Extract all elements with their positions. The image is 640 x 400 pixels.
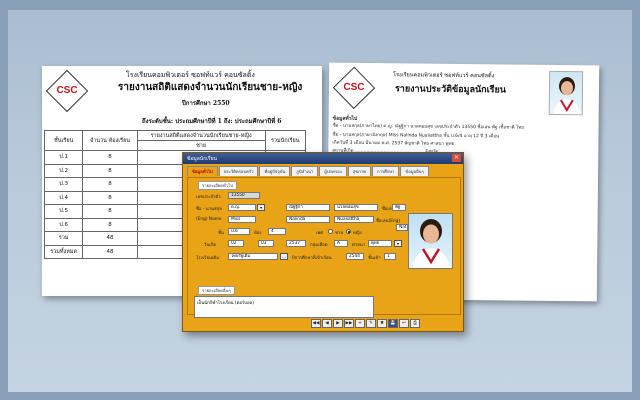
tab-general[interactable]: ข้อมูลทั่วไป	[187, 166, 218, 176]
delete-record-button[interactable]: ✖	[377, 319, 387, 328]
blood-group-select[interactable]: A	[334, 240, 348, 247]
student-photo	[548, 70, 584, 116]
col-header: รายงานสถิติแสดงจำนวนนักเรียนชาย-หญิง	[136, 130, 266, 141]
profile-title: รายงานประวัติข้อมูลนักเรียน	[394, 84, 506, 96]
entry-year-field[interactable]: 2544	[346, 253, 364, 260]
chevron-down-icon[interactable]: ▾	[257, 204, 265, 211]
student-id-field[interactable]: 13550	[228, 192, 260, 199]
save-button[interactable]: 💾	[388, 319, 398, 328]
entry-class-field[interactable]: 1	[384, 253, 396, 260]
col-subheader: ชาย	[136, 140, 266, 151]
first-name-en-field[interactable]: Nalinda	[286, 216, 330, 223]
record-navigation: ◀◀ ◀ ▶ ▶▶ + ✎ ✖ 💾 ↩ ⎙	[311, 319, 420, 328]
previous-school-field[interactable]: ไทยรัฐเดิม	[228, 253, 278, 260]
birth-month-field[interactable]: 03	[258, 240, 274, 247]
profile-school-name: โรงเรียนคอมพิวเตอร์ ซอฟท์แวร์ คอนซัลติ้ง	[393, 72, 495, 80]
print-button[interactable]: ⎙	[410, 319, 420, 328]
nickname-field[interactable]: พัฐ	[392, 204, 406, 211]
report-year: ปีการศึกษา 2550	[182, 100, 230, 107]
prefix-th-select[interactable]: ด.ญ.	[228, 204, 256, 211]
gender-male-radio[interactable]	[328, 229, 333, 234]
window-titlebar: ข้อมูลนักเรียน ×	[183, 153, 463, 164]
lookup-icon[interactable]: …	[280, 253, 288, 260]
tab-guardian[interactable]: ผู้ปกครอง	[319, 166, 347, 176]
room-field[interactable]: 4	[268, 228, 286, 235]
first-name-th-field[interactable]: ณัฐฐิกา	[286, 204, 330, 211]
birth-year-field[interactable]: 2537	[286, 240, 306, 247]
school-logo: CSC	[45, 69, 89, 113]
col-header: จำนวน ห้องเรียน	[82, 130, 138, 151]
birth-day-field[interactable]: 02	[228, 240, 244, 247]
next-record-button[interactable]: ▶	[333, 319, 343, 328]
tab-hometown[interactable]: ภูมิลำเนา	[291, 166, 319, 176]
religion-select[interactable]: พุทธ	[368, 240, 392, 247]
report-title: รายงานสถิติแสดงจำนวนนักเรียนชาย-หญิง	[118, 82, 303, 93]
notes-textarea[interactable]: เป็นนักกีฬาโรงเรียน (ตอร์บอล)	[194, 296, 374, 318]
tab-family[interactable]: ประวัติครอบครัว	[218, 166, 259, 176]
group-notes-label: รายละเอียดอื่นๆ	[198, 286, 235, 295]
prefix-en-field[interactable]: Miss	[228, 216, 256, 223]
student-photo[interactable]	[408, 213, 453, 269]
add-record-button[interactable]: +	[355, 319, 365, 328]
close-button[interactable]: ×	[452, 154, 461, 162]
first-record-button[interactable]: ◀◀	[311, 319, 321, 328]
tab-bar: ข้อมูลทั่วไป ประวัติครอบครัว ที่อยู่ปัจจ…	[183, 166, 463, 176]
col-header: ชั้นเรียน	[43, 130, 84, 151]
student-info-window: ข้อมูลนักเรียน × ข้อมูลทั่วไป ประวัติครอ…	[182, 152, 464, 332]
class-field[interactable]: ป.6	[228, 228, 250, 235]
prev-record-button[interactable]: ◀	[322, 319, 332, 328]
nickname-en-field[interactable]: Nat	[396, 224, 408, 231]
last-name-th-field[interactable]: นวลหอมสุข	[334, 204, 378, 211]
school-logo: CSC	[332, 66, 376, 110]
tab-education[interactable]: การศึกษา	[371, 166, 400, 176]
last-name-en-field[interactable]: Nualiattha	[334, 216, 374, 223]
tab-current-address[interactable]: ที่อยู่ปัจจุบัน	[259, 166, 291, 176]
gender-female-radio[interactable]	[346, 229, 351, 234]
tab-health[interactable]: สุขภาพ	[347, 166, 371, 176]
undo-button[interactable]: ↩	[399, 319, 409, 328]
last-record-button[interactable]: ▶▶	[344, 319, 354, 328]
report-level-range: ถึงระดับชั้น: ประถมศึกษาปีที่ 1 ถึง: ประ…	[142, 118, 282, 125]
chevron-down-icon[interactable]: ▾	[394, 240, 402, 247]
window-title: ข้อมูลนักเรียน	[187, 156, 217, 162]
col-header: รวมนักเรียน	[264, 130, 307, 151]
tab-other[interactable]: ข้อมูลอื่นๆ	[400, 166, 429, 176]
group-general-label: รายละเอียดทั่วไป	[198, 181, 237, 190]
general-panel: รายละเอียดทั่วไป เลขประจำตัว 13550 ชื่อ …	[187, 177, 461, 318]
edit-record-button[interactable]: ✎	[366, 319, 376, 328]
